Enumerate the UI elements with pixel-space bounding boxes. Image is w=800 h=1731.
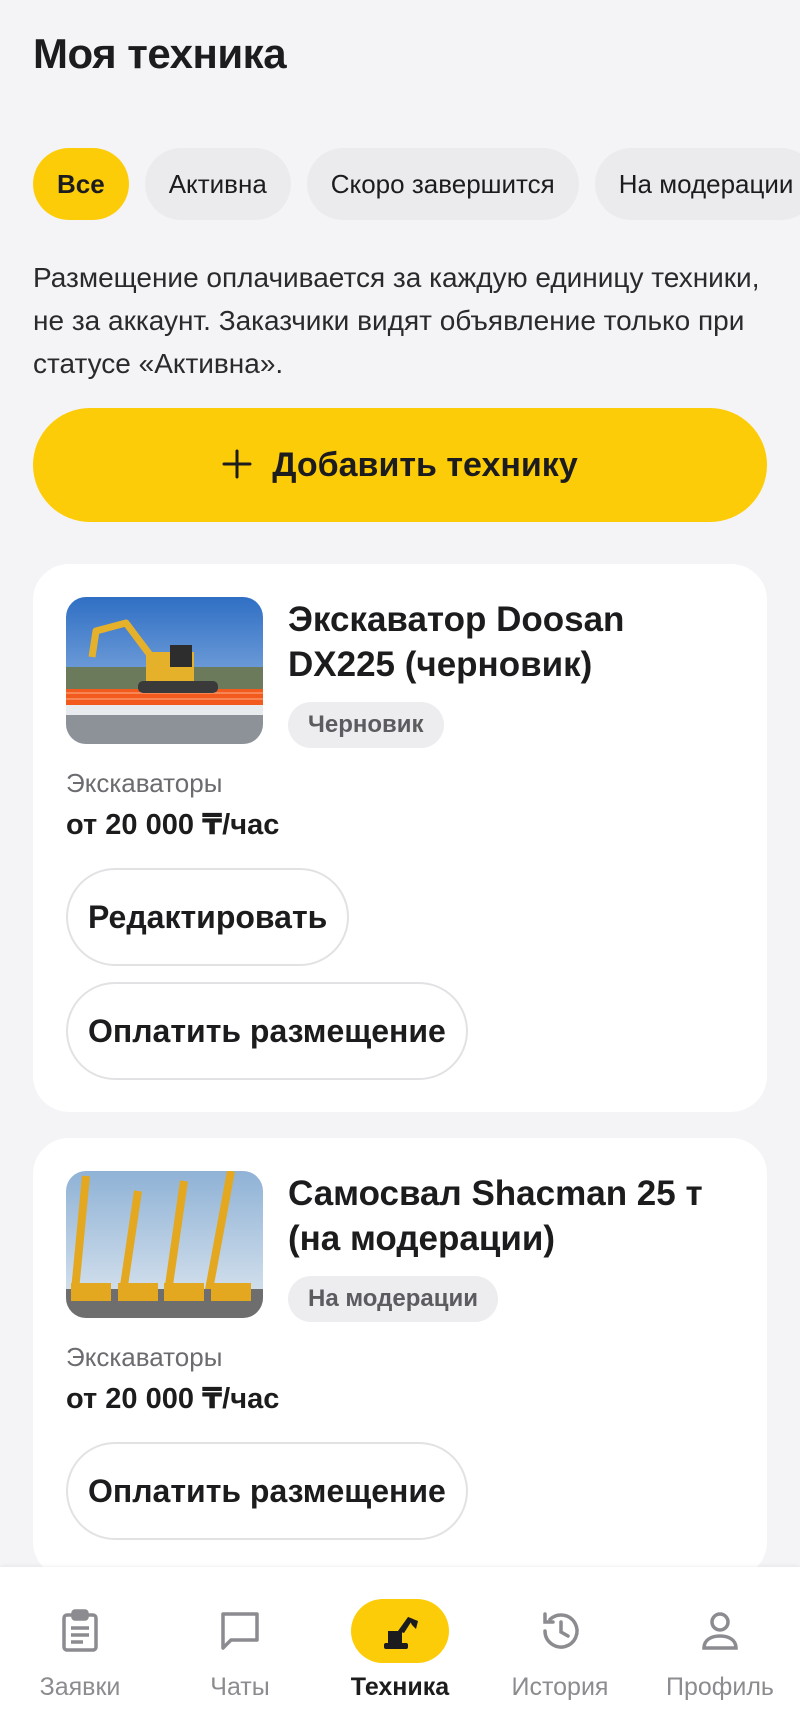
listing-photo: [66, 597, 263, 744]
filter-chip-all[interactable]: Все: [33, 148, 129, 220]
plus-icon: [222, 443, 252, 487]
pay-placement-button[interactable]: Оплатить размещение: [66, 1442, 468, 1540]
listing-photo: [66, 1171, 263, 1318]
nav-item-chats[interactable]: Чаты: [160, 1599, 320, 1702]
nav-item-requests[interactable]: Заявки: [0, 1599, 160, 1702]
nav-item-profile[interactable]: Профиль: [640, 1599, 800, 1702]
listing-category: Экскаваторы: [66, 768, 223, 798]
nav-label: История: [511, 1673, 609, 1701]
listing-price: от 20 000 ₸/час: [66, 1383, 280, 1415]
listing-price: от 20 000 ₸/час: [66, 809, 280, 841]
pay-placement-button[interactable]: Оплатить размещение: [66, 982, 468, 1080]
listing-card[interactable]: Экскаватор Doosan DX225 (черновик) Черно…: [33, 564, 767, 1112]
listing-title: Экскаватор Doosan DX225 (черновик): [288, 600, 625, 684]
add-equipment-button[interactable]: Добавить технику: [33, 408, 767, 522]
nav-label: Заявки: [39, 1673, 121, 1701]
history-icon: [511, 1599, 609, 1663]
excavator-icon: [351, 1599, 449, 1663]
clipboard-icon: [31, 1599, 129, 1663]
filter-chips: Все Активна Скоро завершится На модераци…: [33, 148, 800, 220]
listing-title: Самосвал Shacman 25 т (на модерации): [288, 1174, 703, 1258]
status-badge: На модерации: [288, 1276, 498, 1322]
info-text: Размещение оплачивается за каждую единиц…: [33, 262, 760, 379]
nav-item-history[interactable]: История: [480, 1599, 640, 1702]
filter-chip-ending-soon[interactable]: Скоро завершится: [306, 148, 579, 220]
nav-label: Профиль: [666, 1673, 774, 1701]
add-equipment-label: Добавить технику: [272, 445, 578, 484]
nav-item-equipment[interactable]: Техника: [320, 1599, 480, 1702]
chat-icon: [191, 1599, 289, 1663]
page-title: Моя техника: [33, 30, 287, 77]
filter-chip-active[interactable]: Активна: [144, 148, 291, 220]
user-icon: [671, 1599, 769, 1663]
bottom-navigation: Заявки Чаты Техника История Профиль: [0, 1567, 800, 1731]
nav-label: Техника: [350, 1673, 450, 1701]
listing-category: Экскаваторы: [66, 1342, 223, 1372]
listing-card[interactable]: Самосвал Shacman 25 т (на модерации) На …: [33, 1138, 767, 1578]
nav-label: Чаты: [210, 1673, 270, 1701]
status-badge: Черновик: [288, 702, 444, 748]
filter-chip-moderation[interactable]: На модерации: [594, 148, 800, 220]
edit-button[interactable]: Редактировать: [66, 868, 350, 966]
